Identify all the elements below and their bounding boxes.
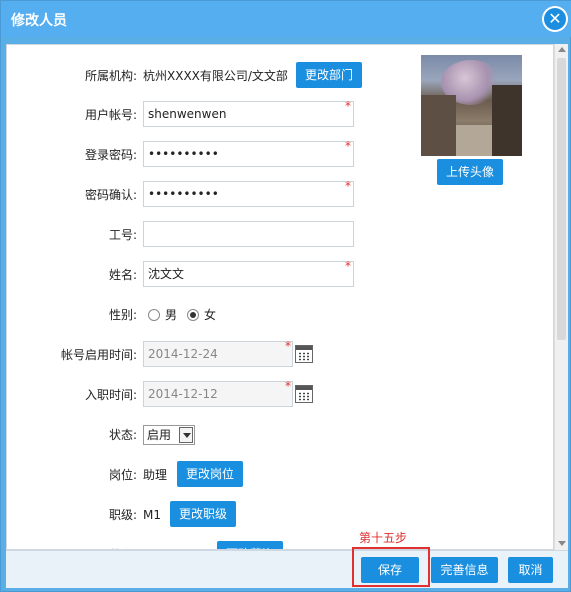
password-confirm-label: 密码确认: xyxy=(84,188,137,202)
account-input[interactable]: shenwenwen xyxy=(143,101,354,127)
required-mark: * xyxy=(345,99,351,113)
calendar-icon[interactable] xyxy=(295,345,313,363)
status-select-value: 启用 xyxy=(147,428,172,442)
join-date-label: 入职时间: xyxy=(84,388,137,402)
password-label: 登录密码: xyxy=(84,148,137,162)
employee-no-label: 工号: xyxy=(108,228,137,242)
status-label: 状态: xyxy=(108,428,137,442)
scrollbar-thumb[interactable] xyxy=(557,58,566,340)
dialog-title: 修改人员 xyxy=(11,13,67,29)
title-bar: 修改人员 ✕ xyxy=(1,1,571,37)
status-select[interactable]: 启用 xyxy=(143,425,195,445)
scroll-down-icon[interactable] xyxy=(558,541,566,546)
salary-value: M1_1(3000) xyxy=(143,541,215,549)
change-post-button[interactable]: 更改岗位 xyxy=(177,461,244,487)
name-input[interactable]: 沈文文 xyxy=(143,261,354,287)
close-button[interactable]: ✕ xyxy=(542,6,568,32)
upload-avatar-button[interactable]: 上传头像 xyxy=(437,159,504,185)
gender-label: 性别: xyxy=(108,308,137,322)
chevron-down-icon xyxy=(179,427,193,443)
join-date-input[interactable]: 2014-12-12 xyxy=(143,381,293,407)
account-start-input[interactable]: 2014-12-24 xyxy=(143,341,293,367)
required-mark: * xyxy=(345,259,351,273)
password-confirm-input[interactable]: •••••••••• xyxy=(143,181,354,207)
change-department-button[interactable]: 更改部门 xyxy=(296,62,363,88)
cancel-button[interactable]: 取消 xyxy=(508,557,553,583)
gender-female-radio[interactable] xyxy=(187,309,199,321)
employee-no-input[interactable] xyxy=(143,221,354,247)
gender-female-label: 女 xyxy=(204,308,217,322)
rank-label: 职级: xyxy=(108,508,137,522)
rank-value: M1 xyxy=(143,508,161,522)
org-label: 所属机构: xyxy=(84,69,137,83)
post-label: 岗位: xyxy=(108,468,137,482)
change-rank-button[interactable]: 更改职级 xyxy=(170,501,237,527)
gender-male-label: 男 xyxy=(165,308,178,322)
required-mark: * xyxy=(345,179,351,193)
name-label: 姓名: xyxy=(108,268,137,282)
highlight-box xyxy=(352,547,430,587)
required-mark: * xyxy=(345,139,351,153)
calendar-icon[interactable] xyxy=(295,385,313,403)
vertical-scrollbar[interactable] xyxy=(554,44,568,550)
gender-male-radio[interactable] xyxy=(148,309,160,321)
close-icon: ✕ xyxy=(544,8,566,30)
complete-info-button[interactable]: 完善信息 xyxy=(431,557,498,583)
required-mark: * xyxy=(285,379,291,393)
password-input[interactable]: •••••••••• xyxy=(143,141,354,167)
step-annotation: 第十五步 xyxy=(359,531,408,545)
account-start-label: 帐号启用时间: xyxy=(60,348,137,362)
dialog-footer: 保存 完善信息 取消 xyxy=(6,550,568,588)
required-mark: * xyxy=(285,339,291,353)
scroll-up-icon[interactable] xyxy=(558,47,566,52)
post-value: 助理 xyxy=(143,468,168,482)
account-label: 用户帐号: xyxy=(84,108,137,122)
salary-label: 薪资: xyxy=(7,541,137,549)
change-salary-button[interactable]: 更改薪资 xyxy=(217,541,284,549)
org-value: 杭州XXXX有限公司/文文部 xyxy=(143,69,288,83)
avatar-photo xyxy=(421,55,522,156)
